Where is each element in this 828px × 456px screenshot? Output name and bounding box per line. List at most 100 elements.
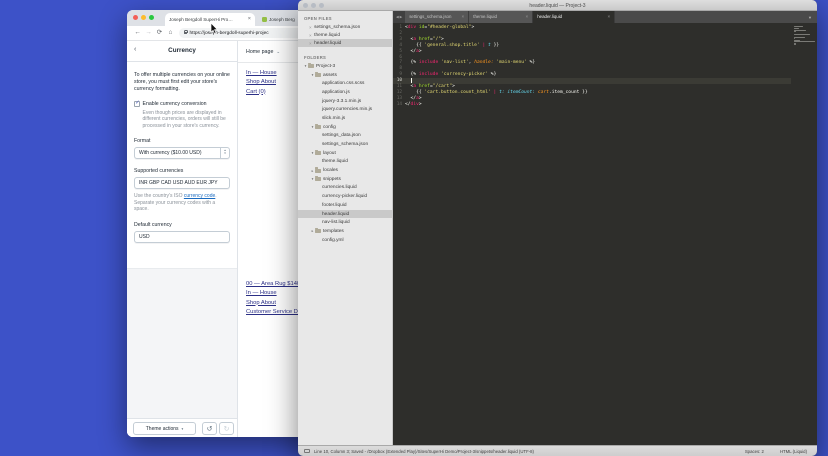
checkbox-label: Enable currency conversion: [143, 101, 207, 108]
close-icon[interactable]: ×: [248, 17, 251, 23]
tree-item[interactable]: ▾snippets: [298, 175, 392, 184]
preview-link[interactable]: In — House: [246, 289, 301, 298]
close-icon[interactable]: ×: [462, 14, 465, 19]
reload-icon[interactable]: ⟳: [154, 30, 165, 37]
tree-item[interactable]: header.liquid: [298, 210, 392, 219]
editor-tab[interactable]: header.liquid×: [533, 11, 615, 23]
page-selector[interactable]: Home page: [246, 49, 273, 55]
enable-conversion-checkbox[interactable]: ✓: [134, 101, 140, 107]
format-value: With currency ($10.00 USD): [139, 150, 202, 156]
preview-link[interactable]: Customer Service De: [246, 308, 301, 317]
close-icon[interactable]: ×: [309, 25, 312, 30]
preview-link[interactable]: In — House: [246, 69, 277, 78]
editor-window: header.liquid — Project-3 OPEN FILES ×se…: [298, 0, 817, 456]
open-file-item[interactable]: ×header.liquid: [298, 39, 392, 47]
open-file-item[interactable]: ×settings_schema.json: [298, 23, 392, 31]
tab-overflow-icon[interactable]: ▼: [808, 15, 812, 20]
checkbox-help-text: Even though prices are displayed in diff…: [143, 110, 231, 130]
supported-currencies-input[interactable]: INR GBP CAD USD AUD EUR JPY: [134, 177, 230, 189]
tree-item[interactable]: jquery-3.3.1.min.js: [298, 97, 392, 106]
currency-code-link[interactable]: currency code: [184, 193, 215, 199]
preview-link[interactable]: Shop About: [246, 299, 301, 308]
tree-item-label: config: [323, 125, 336, 130]
tree-item[interactable]: footer.liquid: [298, 201, 392, 210]
preview-link[interactable]: 00 — Area Rug $140: [246, 280, 301, 289]
folder-tree: ▾Project-3▾assetsapplication.css.scss app…: [298, 62, 392, 244]
tree-item-label: templates: [323, 229, 344, 234]
redo-button[interactable]: ↻: [219, 422, 234, 435]
code-editor[interactable]: 1<div id="#header-global">23 <a href="/"…: [393, 23, 817, 446]
tree-item-label: config.yml: [322, 238, 344, 243]
supported-currencies-value: INR GBP CAD USD AUD EUR JPY: [139, 180, 218, 186]
tree-item-label: layout: [323, 151, 336, 156]
browser-tab-title: Joseph Bergdoll SuperHi Pro…: [169, 17, 246, 22]
tree-item[interactable]: ▾layout: [298, 149, 392, 158]
preview-link[interactable]: Cart (0): [246, 88, 277, 97]
editor-tab[interactable]: theme.liquid×: [469, 11, 533, 23]
tree-item-label: jquery-3.3.1.min.js: [322, 99, 361, 104]
undo-button[interactable]: ↺: [202, 422, 217, 435]
back-icon[interactable]: ←: [132, 30, 143, 37]
tree-item[interactable]: slick.min.js: [298, 114, 392, 123]
minimap[interactable]: [794, 26, 815, 46]
admin-empty-area: [127, 268, 237, 418]
code-text: {% include 'currency-picker' %}: [405, 72, 496, 78]
line-number: 14: [393, 102, 405, 108]
editor-statusbar: Line 10, Column 3; Saved - /Dropbox (Ext…: [298, 445, 817, 456]
folders-heading: FOLDERS: [298, 53, 392, 62]
tree-item[interactable]: ▾config: [298, 123, 392, 132]
window-zoom-button[interactable]: [149, 15, 154, 20]
default-currency-value: USD: [139, 234, 150, 240]
default-currency-input[interactable]: USD: [134, 231, 230, 243]
editor-tab-label: settings_schema.json: [409, 14, 459, 19]
status-spaces[interactable]: Spaces: 2: [745, 449, 764, 454]
admin-body: To offer multiple currencies on your onl…: [127, 62, 237, 268]
editor-tab-label: theme.liquid: [473, 14, 523, 19]
tree-item[interactable]: currencies.liquid: [298, 184, 392, 193]
status-icon[interactable]: [304, 449, 310, 454]
close-icon[interactable]: ×: [608, 14, 611, 19]
tree-item[interactable]: application.js: [298, 88, 392, 97]
tree-item-label: application.js: [322, 90, 350, 95]
intro-text: To offer multiple currencies on your onl…: [134, 72, 230, 93]
tree-item[interactable]: settings_schema.json: [298, 140, 392, 149]
format-select[interactable]: With currency ($10.00 USD) ▲▼: [134, 147, 230, 159]
tree-item[interactable]: nav-list.liquid: [298, 218, 392, 227]
tree-item-label: currency-picker.liquid: [322, 194, 367, 199]
code-text: {% include 'nav-list', handle: 'main-men…: [405, 60, 535, 66]
close-icon[interactable]: ×: [309, 41, 312, 46]
editor-tab[interactable]: settings_schema.json×: [405, 11, 469, 23]
admin-panel: ‹ Currency To offer multiple currencies …: [127, 41, 237, 437]
window-close-button[interactable]: [133, 15, 138, 20]
tree-item[interactable]: ▸locales: [298, 166, 392, 175]
minimap-line: [794, 37, 805, 38]
open-files-heading: OPEN FILES: [298, 14, 392, 23]
status-syntax[interactable]: HTML (Liquid): [780, 449, 807, 454]
tree-item[interactable]: theme.liquid: [298, 158, 392, 167]
tree-item-label: snippets: [323, 177, 341, 182]
window-minimize-button[interactable]: [141, 15, 146, 20]
tree-item[interactable]: config.yml: [298, 236, 392, 245]
close-icon[interactable]: ×: [526, 14, 529, 19]
tree-item[interactable]: ▾Project-3: [298, 62, 392, 71]
tree-item[interactable]: application.css.scss: [298, 79, 392, 88]
tree-item[interactable]: ▸templates: [298, 227, 392, 236]
minimap-line: [794, 34, 810, 35]
tree-item-label: settings_schema.json: [322, 142, 368, 147]
theme-actions-button[interactable]: Theme actions ▾: [133, 422, 196, 435]
home-icon[interactable]: ⌂: [165, 30, 176, 37]
supported-currencies-label: Supported currencies: [134, 168, 230, 174]
tree-item-label: assets: [323, 73, 337, 78]
tree-item[interactable]: settings_data.json: [298, 132, 392, 141]
preview-link[interactable]: Shop About: [246, 78, 277, 87]
close-icon[interactable]: ×: [309, 33, 312, 38]
tree-item[interactable]: jquery.currencies.min.js: [298, 105, 392, 114]
tree-item-label: settings_data.json: [322, 133, 361, 138]
tab-next-icon[interactable]: ▶: [400, 15, 403, 19]
open-file-item[interactable]: ×theme.liquid: [298, 31, 392, 39]
editor-titlebar: header.liquid — Project-3: [298, 0, 817, 11]
forward-icon[interactable]: →: [143, 30, 154, 37]
tab-prev-icon[interactable]: ◀: [396, 15, 399, 19]
tree-item[interactable]: ▾assets: [298, 71, 392, 80]
tree-item[interactable]: currency-picker.liquid: [298, 192, 392, 201]
